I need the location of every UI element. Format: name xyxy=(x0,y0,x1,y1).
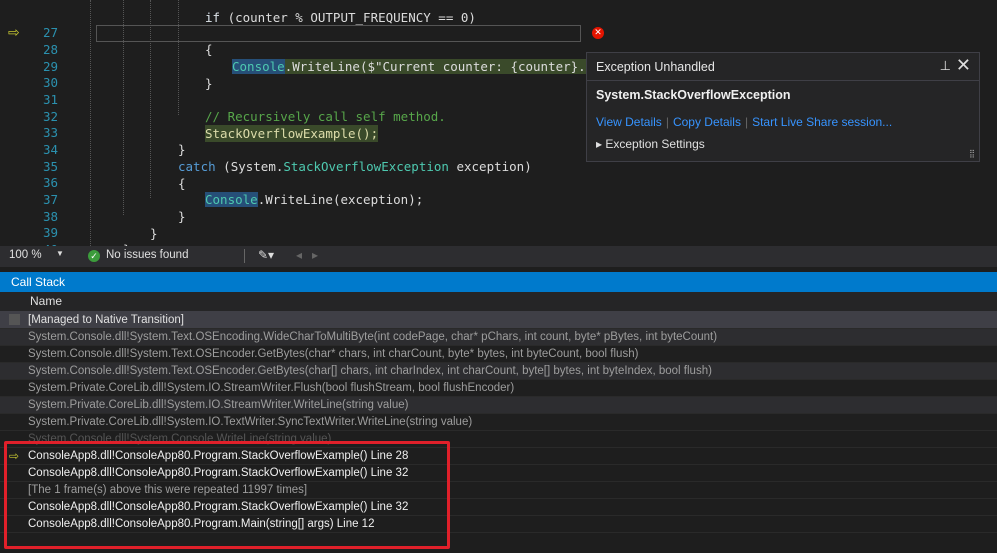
row-marker xyxy=(9,314,20,325)
editor-status-bar: 100 % ▼ ✓ No issues found ✎▾ ◂ ▸ xyxy=(0,246,997,267)
column-header-label: Name xyxy=(30,294,63,308)
indent-guide xyxy=(123,0,124,215)
exception-popup[interactable]: Exception Unhandled ⊥ ✕ System.StackOver… xyxy=(586,52,980,162)
indent-guide xyxy=(90,0,91,246)
call-stack-row[interactable]: System.Console.dll!System.Text.OSEncodin… xyxy=(0,329,997,346)
chevron-down-icon[interactable]: ▼ xyxy=(56,249,64,258)
call-stack-title-bar[interactable]: Call Stack xyxy=(0,272,997,292)
divider xyxy=(244,249,245,263)
code-cleanup-icon[interactable]: ✎▾ xyxy=(258,248,274,262)
call-stack-row[interactable]: [Managed to Native Transition] xyxy=(0,312,997,329)
code-line-39[interactable]: 39 } xyxy=(0,207,997,246)
divider xyxy=(587,80,979,81)
code-editor[interactable]: if if (counter % OUTPUT_FREQUENCY == 0) … xyxy=(0,0,997,246)
call-stack-row[interactable]: System.Console.dll!System.Text.OSEncoder… xyxy=(0,346,997,363)
code-line-40[interactable]: 40 } xyxy=(0,224,997,246)
frame-name: System.Console.dll!System.Text.OSEncodin… xyxy=(28,331,718,343)
navigate-back-icon[interactable]: ◂ xyxy=(296,248,302,262)
check-icon: ✓ xyxy=(88,250,100,262)
exception-settings-expander[interactable]: ▸ Exception Settings xyxy=(596,137,705,151)
call-stack-row[interactable]: System.Console.dll!System.Text.OSEncoder… xyxy=(0,363,997,380)
popup-links: View Details | Copy Details | Start Live Sha… xyxy=(596,115,893,129)
live-share-link[interactable]: Start Live Share session... xyxy=(752,115,892,129)
expand-triangle-icon: ▸ xyxy=(596,137,606,151)
frame-name: System.Private.CoreLib.dll!System.IO.Str… xyxy=(28,382,515,394)
error-icon[interactable]: ✕ xyxy=(592,27,604,39)
pin-icon[interactable]: ⊥ xyxy=(940,58,951,74)
frame-name: System.Console.dll!System.Text.OSEncoder… xyxy=(28,365,712,377)
frame-name: System.Private.CoreLib.dll!System.IO.Tex… xyxy=(28,416,473,428)
call-stack-row[interactable]: System.Private.CoreLib.dll!System.IO.Str… xyxy=(0,397,997,414)
indent-guide xyxy=(178,0,179,115)
frame-name: [Managed to Native Transition] xyxy=(28,314,184,326)
call-stack-row[interactable]: System.Private.CoreLib.dll!System.IO.Str… xyxy=(0,380,997,397)
call-stack-row[interactable]: System.Private.CoreLib.dll!System.IO.Tex… xyxy=(0,414,997,431)
frame-name: System.Private.CoreLib.dll!System.IO.Str… xyxy=(28,399,409,411)
navigate-forward-icon[interactable]: ▸ xyxy=(312,248,318,262)
frame-name: System.Console.dll!System.Text.OSEncoder… xyxy=(28,348,639,360)
column-header-name[interactable]: Name xyxy=(0,292,997,312)
panel-title: Call Stack xyxy=(11,275,66,289)
issues-status[interactable]: No issues found xyxy=(106,249,188,261)
highlight-annotation-box xyxy=(4,441,450,549)
exception-settings-label: Exception Settings xyxy=(605,137,705,151)
resize-grip-icon[interactable]: ⣿ xyxy=(969,149,975,158)
popup-title: Exception Unhandled xyxy=(596,60,715,74)
zoom-level[interactable]: 100 % xyxy=(9,249,42,261)
copy-details-link[interactable]: Copy Details xyxy=(673,115,741,129)
close-icon[interactable]: ✕ xyxy=(956,55,971,76)
indent-guide xyxy=(150,0,151,198)
view-details-link[interactable]: View Details xyxy=(596,115,662,129)
exception-name: System.StackOverflowException xyxy=(596,88,791,102)
